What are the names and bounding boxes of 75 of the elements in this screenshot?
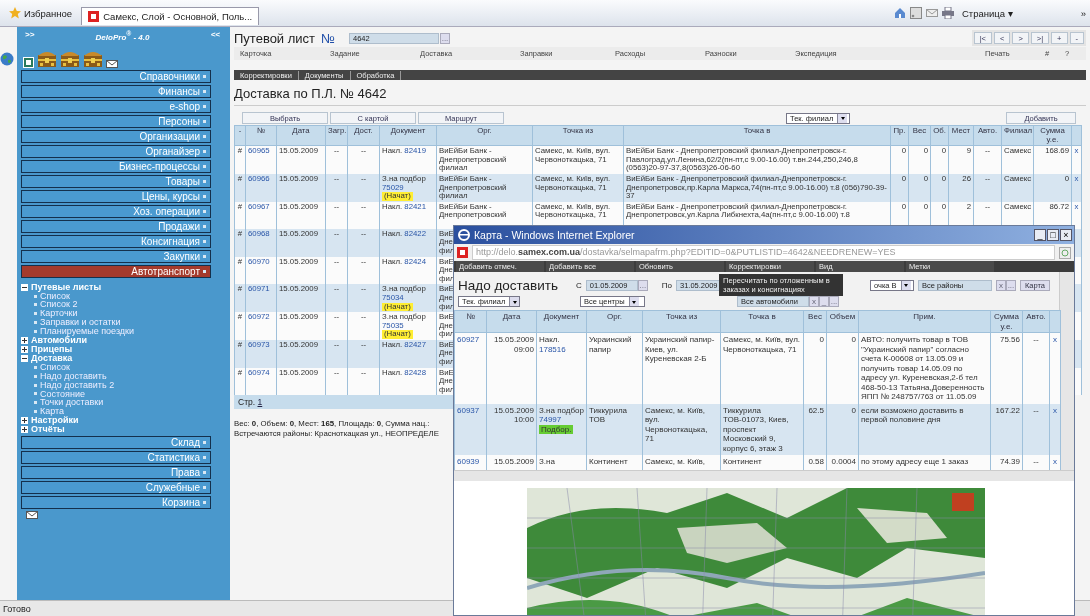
table-cell: Тиккурила ТОВ-01073, Киев, проспект Московский 9, корпус 6, этаж 3: [723, 405, 789, 453]
status-badge: Подбор.: [539, 424, 574, 434]
column-header: Вес: [808, 312, 822, 321]
delete-link[interactable]: x: [1053, 457, 1057, 466]
column-header: Сумма у.е.: [993, 312, 1020, 331]
table-cell: Украинский папир: [589, 335, 632, 354]
field-label: По: [661, 280, 672, 290]
table-cell: Украинский папир-Киев, ул. Куреневская 2-Б: [645, 335, 715, 363]
column-header: Точка в: [748, 312, 776, 321]
window-title: Карта - Windows Internet Explorer: [474, 229, 635, 241]
address-field[interactable]: http://delo.samex.com.ua/dostavka/selmapafrm.php?EDITID=0&PUTLISTID=4642&NEEDRENEW=YES: [472, 245, 1055, 260]
document-type: З.на: [539, 457, 555, 466]
picker-button[interactable]: ...: [637, 279, 648, 291]
table-cell: Континент: [589, 457, 628, 466]
table-cell: 0: [851, 335, 856, 344]
status-text: Готово: [3, 603, 31, 614]
table-cell: по этому адресу еще 1 заказ: [861, 457, 969, 466]
maximize-button[interactable]: □: [1047, 229, 1059, 241]
picker-button[interactable]: ...: [1006, 279, 1016, 291]
column-header: Точка из: [665, 312, 698, 321]
more-button[interactable]: »: [1080, 7, 1086, 19]
table-cell: 15.05.2009 10:00: [493, 405, 534, 424]
clear-button[interactable]: x: [996, 279, 1006, 291]
form-title: Надо доставить: [458, 277, 558, 293]
number-sign: №: [321, 30, 335, 46]
menu-button[interactable]: Автотранспорт: [21, 264, 211, 278]
table-cell: Самекс, м. Київ,: [645, 457, 706, 466]
table-cell: 15.05.2009: [493, 457, 534, 466]
field-label: С: [576, 280, 582, 290]
page-title: Путевой лист: [234, 30, 316, 46]
picker-button[interactable]: ...: [440, 32, 450, 44]
document-type: Накл.: [539, 335, 560, 344]
favorites-link[interactable]: Избранное: [24, 7, 73, 19]
record-link[interactable]: 60927: [457, 335, 480, 344]
column-header: Объем: [829, 312, 856, 321]
table-cell: 0: [851, 405, 856, 415]
table-cell: 167.22: [995, 405, 1020, 415]
column-header: Дата: [502, 312, 521, 321]
pager-label: Стр.: [238, 397, 256, 408]
column-header: Авто.: [1026, 312, 1046, 321]
brand-label: DeloPro$^{®}$ - 4.0: [95, 30, 150, 42]
table-cell: Тиккурила ТОВ: [589, 405, 628, 424]
document-link[interactable]: 178516: [539, 344, 566, 354]
page-menu[interactable]: Страница ▾: [958, 6, 1017, 20]
browser-tab[interactable]: Самекс, Слой - Основной, Поль...: [81, 7, 260, 25]
table-cell: --: [1033, 457, 1039, 466]
table-cell: если возможно доставить в первой половине дня: [861, 405, 964, 424]
document-link[interactable]: 74997: [539, 415, 562, 424]
page-link[interactable]: 1: [257, 397, 263, 408]
table-cell: 74.39: [999, 457, 1020, 466]
table-cell: 62.5: [808, 405, 824, 415]
minimize-button[interactable]: _: [1034, 229, 1046, 241]
picker-button[interactable]: ...: [829, 296, 839, 307]
table-cell: Континент: [723, 457, 762, 466]
table-cell: 15.05.2009 09:00: [493, 335, 534, 354]
table-cell: 0.58: [808, 457, 824, 466]
table-cell: 0: [819, 335, 824, 344]
table-cell: Самекс, м. Київ, вул. Червоноткацька, 71: [645, 405, 708, 443]
section-title: Доставка по П.Л. № 4642: [234, 86, 1086, 106]
table-cell: 0.0004: [831, 457, 856, 466]
column-header: Документ: [543, 312, 580, 321]
delete-link[interactable]: x: [1053, 335, 1057, 344]
close-button[interactable]: ×: [1060, 229, 1072, 241]
table-cell: 75.56: [999, 335, 1020, 344]
column-header: Орг.: [607, 312, 622, 321]
delete-link[interactable]: x: [1053, 405, 1057, 415]
column-header: №: [466, 312, 475, 321]
table-cell: --: [1033, 405, 1039, 415]
table-cell: Самекс, м. Київ, вул. Червоноткацька, 71: [723, 335, 801, 354]
record-link[interactable]: 60937: [457, 405, 480, 415]
minimize-button[interactable]: _: [819, 296, 829, 307]
table-cell: --: [1033, 335, 1039, 344]
document-type: З.на подбор: [539, 405, 584, 415]
table-cell: АВТО: получить товар в ТОВ "Украинский папир" согласно счета К-00608 от 13.05.09 и получить товар 14.05.09 по адресу ул. Куреневская,2-б тел 468-50-13 Татьяна,Доверенность ЯПП № 248757/763 от 11.05.09: [861, 335, 985, 401]
column-header: Прим.: [913, 312, 936, 321]
